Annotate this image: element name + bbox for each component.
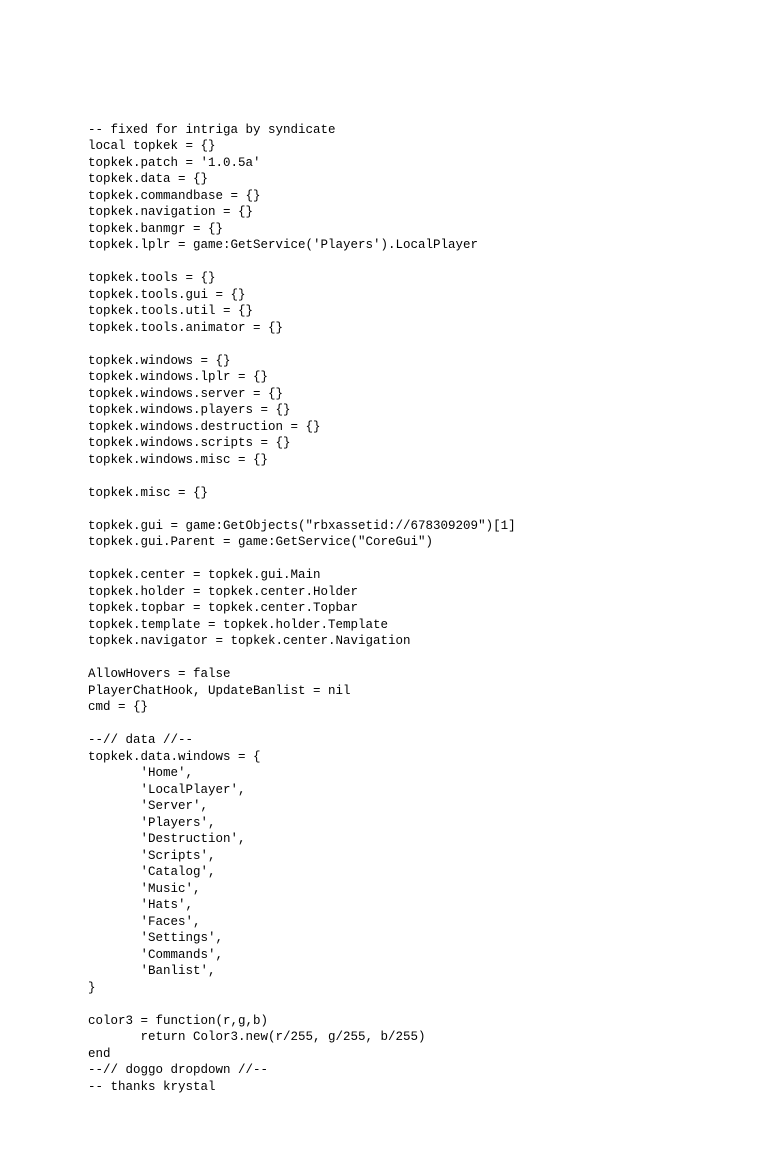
code-document: -- fixed for intriga by syndicate local … (0, 50, 768, 1096)
code-text: -- fixed for intriga by syndicate local … (88, 123, 516, 1094)
